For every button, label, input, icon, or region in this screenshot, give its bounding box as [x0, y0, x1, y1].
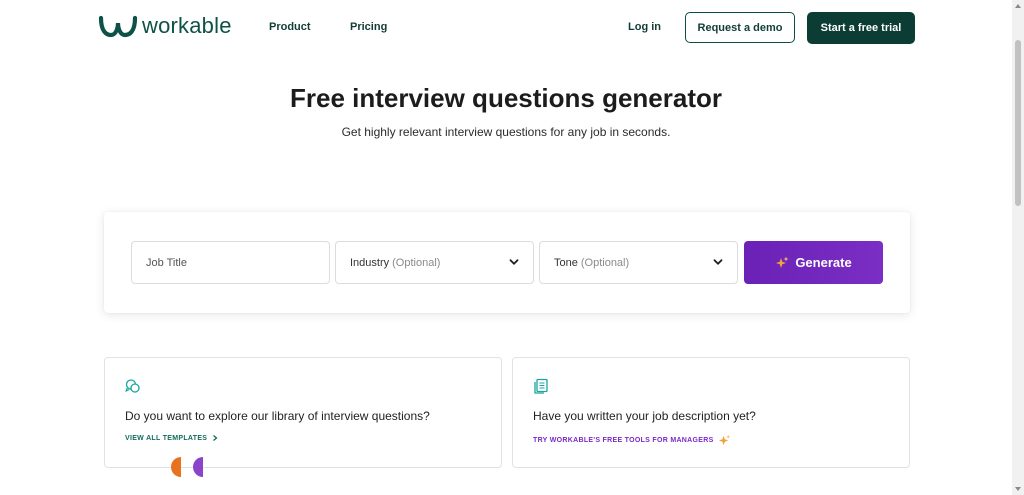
document-icon [534, 378, 548, 394]
start-free-trial-button[interactable]: Start a free trial [807, 12, 915, 44]
request-demo-button[interactable]: Request a demo [685, 12, 795, 43]
sparkle-icon [776, 256, 789, 268]
view-all-templates-link[interactable]: VIEW ALL TEMPLATES [125, 434, 219, 442]
job-title-placeholder: Job Title [146, 256, 187, 269]
decorative-shape [171, 457, 181, 477]
job-title-input[interactable]: Job Title [131, 241, 330, 284]
generate-button[interactable]: Generate [744, 241, 883, 284]
logo-text: workable [142, 13, 232, 38]
page-subtitle: Get highly relevant interview questions … [341, 125, 671, 139]
tone-label: Tone [554, 256, 578, 269]
interview-library-card: Do you want to explore our library of in… [104, 357, 502, 468]
scroll-down-arrow[interactable] [1015, 487, 1021, 491]
scroll-up-arrow[interactable] [1015, 4, 1021, 8]
industry-select[interactable]: Industry (Optional) [335, 241, 534, 284]
chevron-down-icon [509, 259, 519, 265]
sparkle-icon [718, 434, 731, 446]
generator-form: Job Title Industry (Optional) Tone (Opti… [104, 212, 910, 313]
tone-optional-label: (Optional) [580, 256, 630, 269]
tone-select[interactable]: Tone (Optional) [539, 241, 738, 284]
job-description-card: Have you written your job description ye… [512, 357, 910, 468]
industry-optional-label: (Optional) [392, 256, 441, 269]
chevron-down-icon [713, 259, 723, 265]
nav-pricing[interactable]: Pricing [350, 21, 387, 33]
workable-logo[interactable]: workable [98, 13, 232, 39]
workable-logo-icon [98, 15, 138, 38]
scroll-thumb[interactable] [1015, 40, 1021, 206]
generate-button-label: Generate [795, 255, 852, 270]
card-text: Have you written your job description ye… [533, 409, 756, 423]
chevron-right-icon [213, 435, 218, 441]
decorative-shape [193, 457, 203, 477]
free-tools-link[interactable]: TRY WORKABLE'S FREE TOOLS FOR MANAGERS [533, 434, 731, 447]
page-title: Free interview questions generator [289, 83, 722, 113]
chat-bubbles-icon [125, 379, 140, 393]
site-header: workable Product Pricing Log in Request … [0, 0, 1012, 58]
page-scrollbar[interactable] [1012, 0, 1024, 495]
nav-login[interactable]: Log in [628, 21, 661, 33]
link-label: VIEW ALL TEMPLATES [125, 434, 208, 442]
industry-label: Industry [350, 256, 390, 269]
nav-product[interactable]: Product [269, 21, 311, 33]
link-label: TRY WORKABLE'S FREE TOOLS FOR MANAGERS [533, 437, 714, 444]
card-text: Do you want to explore our library of in… [125, 409, 430, 423]
